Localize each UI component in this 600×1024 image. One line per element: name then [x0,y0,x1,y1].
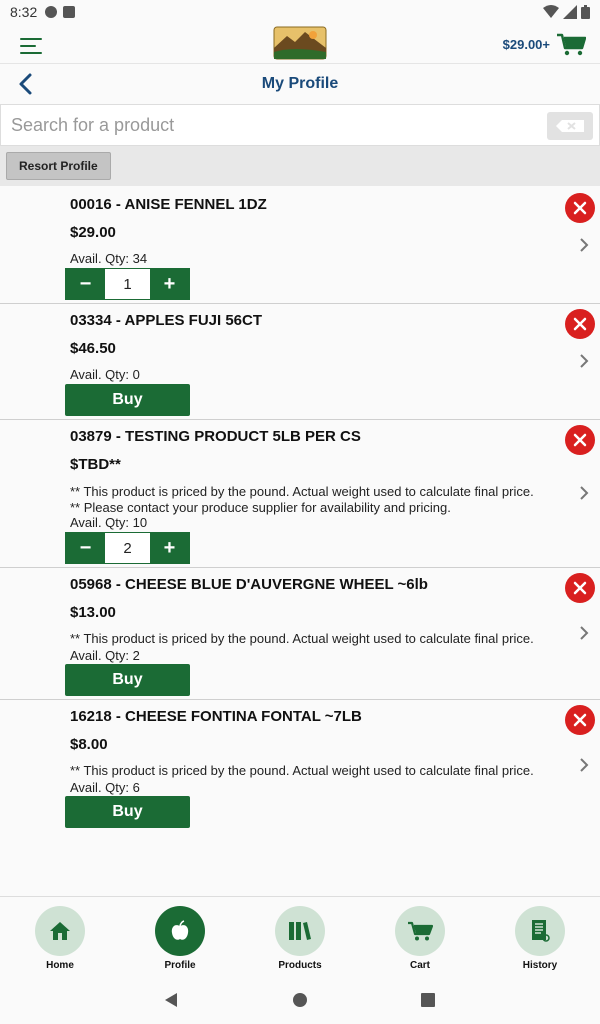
nav-home-label: Home [46,960,74,971]
pricing-note: ** This product is priced by the pound. … [70,631,534,646]
available-quantity: Avail. Qty: 6 [70,780,140,795]
remove-item-button[interactable] [565,309,595,339]
increment-button[interactable]: + [150,533,189,563]
wifi-icon [543,5,559,18]
title-bar: My Profile [0,64,600,104]
app-header: $29.00+ [0,24,600,64]
nav-history-label: History [522,960,558,971]
remove-item-button[interactable] [565,573,595,603]
page-title: My Profile [261,75,339,92]
product-price: $8.00 [70,736,108,753]
product-name: 03334 - APPLES FUJI 56CT [70,312,263,329]
chevron-right-icon[interactable] [578,625,590,641]
quantity-stepper: − 2 + [65,532,190,564]
close-icon [573,201,587,215]
back-arrow-icon[interactable] [14,72,38,96]
chevron-right-icon[interactable] [578,757,590,773]
home-icon [50,922,70,940]
search-input[interactable] [1,105,531,145]
available-quantity: Avail. Qty: 10 [70,515,148,530]
product-name: 00016 - ANISE FENNEL 1DZ [70,196,267,213]
decrement-button[interactable]: − [66,533,105,563]
available-quantity: Avail. Qty: 34 [70,251,148,266]
clear-search-button[interactable] [547,112,593,140]
pricing-note: ** This product is priced by the pound. … [70,763,534,778]
recents-square-icon[interactable] [420,992,436,1008]
nav-history[interactable]: History [480,897,600,977]
product-list: 00016 - ANISE FENNEL 1DZ $29.00 Avail. Q… [0,186,600,896]
nav-profile[interactable]: Profile [120,897,240,977]
status-time: 8:32 [10,4,38,20]
nav-home[interactable]: Home [0,897,120,977]
product-name: 03879 - TESTING PRODUCT 5LB PER CS [70,428,361,445]
list-item[interactable]: 03334 - APPLES FUJI 56CT $46.50 Avail. Q… [0,304,600,420]
list-item[interactable]: 03879 - TESTING PRODUCT 5LB PER CS $TBD*… [0,420,600,568]
product-name: 16218 - CHEESE FONTINA FONTAL ~7LB [70,708,362,725]
nav-products-circle [275,906,325,956]
list-item[interactable]: 16218 - CHEESE FONTINA FONTAL ~7LB $8.00… [0,700,600,840]
decrement-button[interactable]: − [66,269,105,299]
increment-button[interactable]: + [150,269,189,299]
product-name: 05968 - CHEESE BLUE D'AUVERGNE WHEEL ~6l… [70,576,428,593]
buy-button[interactable]: Buy [65,796,190,828]
close-icon [573,433,587,447]
books-icon [289,922,311,940]
home-circle-icon[interactable] [292,992,308,1008]
remove-item-button[interactable] [565,425,595,455]
list-item[interactable]: 05968 - CHEESE BLUE D'AUVERGNE WHEEL ~6l… [0,568,600,700]
remove-item-button[interactable] [565,705,595,735]
nav-cart[interactable]: Cart [360,897,480,977]
quantity-value[interactable]: 2 [105,533,150,563]
quantity-value[interactable]: 1 [105,269,150,299]
nav-profile-label: Profile [164,960,196,971]
product-price: $13.00 [70,604,116,621]
remove-item-button[interactable] [565,193,595,223]
cart-icon [557,33,586,56]
nav-profile-circle [155,906,205,956]
sd-card-icon [63,6,76,18]
cart-total-amount: $29.00+ [502,36,550,52]
apple-icon [171,920,189,940]
resort-profile-button[interactable]: Resort Profile [6,152,111,180]
nav-cart-circle [395,906,445,956]
product-price: $29.00 [70,224,116,241]
product-price: $46.50 [70,340,116,357]
notification-icon [45,6,58,18]
back-triangle-icon[interactable] [163,992,179,1008]
bottom-nav: Home Profile Products Cart History [0,896,600,976]
list-item[interactable]: 00016 - ANISE FENNEL 1DZ $29.00 Avail. Q… [0,186,600,304]
battery-icon [581,5,590,19]
close-icon [573,713,587,727]
nav-home-circle [35,906,85,956]
nav-history-circle [515,906,565,956]
backspace-icon [556,120,584,132]
pricing-note: ** Please contact your produce supplier … [70,500,451,515]
nav-products[interactable]: Products [240,897,360,977]
chevron-right-icon[interactable] [578,353,590,369]
store-logo[interactable] [273,26,327,60]
profile-toolbar: Resort Profile [0,146,600,186]
nav-cart-label: Cart [409,960,430,971]
chevron-right-icon[interactable] [578,237,590,253]
pricing-note: ** This product is priced by the pound. … [70,484,534,499]
close-icon [573,581,587,595]
menu-icon[interactable] [20,38,42,54]
buy-button[interactable]: Buy [65,664,190,696]
quantity-stepper: − 1 + [65,268,190,300]
document-icon [532,920,550,942]
header-cart[interactable]: $29.00+ [503,32,586,56]
available-quantity: Avail. Qty: 2 [70,648,140,663]
status-bar: 8:32 [0,0,600,24]
cart-icon [408,921,433,941]
close-icon [573,317,587,331]
available-quantity: Avail. Qty: 0 [70,367,140,382]
signal-icon [563,5,577,19]
chevron-right-icon[interactable] [578,485,590,501]
system-nav-bar [0,976,600,1024]
buy-button[interactable]: Buy [65,384,190,416]
search-bar [0,104,600,146]
nav-products-label: Products [278,960,322,971]
product-price: $TBD** [70,456,121,473]
